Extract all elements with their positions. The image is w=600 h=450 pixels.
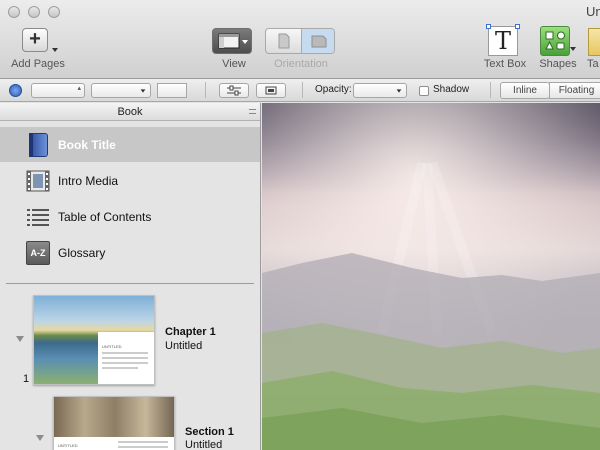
view-icon: [218, 33, 248, 49]
page-number: 1: [23, 373, 30, 385]
frame-button[interactable]: [256, 83, 286, 98]
main-toolbar: Un + Add Pages View Orientation T Text B…: [0, 0, 600, 79]
sidebar-item-label: Glossary: [58, 246, 106, 260]
adjust-button[interactable]: [219, 83, 249, 98]
divider: [302, 82, 303, 98]
orientation-segmented-control[interactable]: [265, 28, 335, 54]
shadow-label: Shadow: [433, 84, 470, 95]
thumbnail-title: Chapter 1: [165, 326, 216, 338]
sound-icon[interactable]: [9, 84, 22, 97]
list-icon: [26, 205, 50, 229]
opacity-label: Opacity:: [315, 84, 352, 95]
chapter-thumbnail[interactable]: UNTITLED: [33, 295, 155, 385]
resize-grip-icon[interactable]: [249, 109, 256, 114]
sidebar-item-label: Table of Contents: [58, 210, 152, 224]
plus-icon: +: [29, 28, 41, 50]
text-box-tool[interactable]: T Text Box: [480, 24, 530, 76]
color-well[interactable]: [157, 83, 187, 98]
chevron-down-icon: [52, 48, 58, 52]
background-landscape-image: [262, 103, 600, 450]
film-icon: [26, 169, 50, 193]
sidebar-item-intro-media[interactable]: Intro Media: [0, 163, 260, 198]
shapes-icon: [545, 31, 565, 50]
sidebar-title: Book: [117, 106, 143, 118]
zoom-window-button[interactable]: [48, 6, 60, 18]
chevron-down-icon: [570, 47, 576, 51]
floating-button[interactable]: Floating: [549, 82, 600, 99]
text-box-icon: T: [494, 27, 511, 55]
format-bar: ▴ Opacity: Shadow Inline Floating: [0, 79, 600, 102]
add-pages-label: Add Pages: [11, 58, 65, 70]
font-select[interactable]: [91, 83, 151, 98]
frame-icon: [265, 86, 277, 95]
orientation-label: Orientation: [274, 58, 328, 70]
sidebar-item-label: Intro Media: [58, 174, 119, 188]
thumbnail-subtitle: Untitled: [165, 340, 203, 352]
thumbnail-title: Section 1: [185, 426, 234, 438]
sidebar-header: Book: [0, 103, 260, 121]
view-button[interactable]: [212, 28, 252, 54]
view-label: View: [222, 58, 246, 70]
table-label: Ta: [587, 58, 599, 70]
shapes-label: Shapes: [539, 58, 577, 70]
table-tool[interactable]: Ta: [585, 26, 600, 76]
book-sidebar: Book Book Title Intro Media Table of Con…: [0, 103, 261, 450]
orientation-tool[interactable]: Orientation: [265, 25, 337, 75]
text-box-label: Text Box: [483, 58, 527, 70]
disclosure-triangle-icon[interactable]: [36, 435, 44, 441]
close-window-button[interactable]: [8, 6, 20, 18]
sliders-icon: [227, 85, 241, 96]
sidebar-item-label: Book Title: [58, 138, 116, 152]
table-icon: [588, 28, 600, 56]
stepper-arrows-icon: ▴: [77, 85, 81, 92]
glossary-icon: A-Z: [26, 241, 50, 265]
shadow-checkbox[interactable]: [419, 86, 429, 96]
shapes-tool[interactable]: Shapes: [537, 26, 579, 76]
page-canvas[interactable]: [262, 103, 600, 450]
selection-handle-icon: [486, 24, 491, 29]
disclosure-triangle-icon[interactable]: [16, 336, 24, 342]
text-box-button[interactable]: T: [488, 26, 518, 56]
section-thumbnail-image: [54, 397, 174, 437]
paragraph-style-select[interactable]: ▴: [31, 83, 85, 98]
opacity-select[interactable]: [353, 83, 407, 98]
window-title: Un: [586, 4, 600, 19]
add-pages-tool[interactable]: + Add Pages: [6, 28, 70, 74]
landscape-page-icon: [311, 35, 327, 48]
thumbnail-text-panel: UNTITLED: [98, 332, 154, 384]
thumbnail-caption: UNTITLED: [58, 443, 78, 448]
chevron-down-icon: [396, 89, 402, 93]
portrait-page-icon: [278, 33, 290, 49]
section-thumbnail[interactable]: UNTITLED: [53, 396, 175, 450]
inline-button[interactable]: Inline: [500, 82, 550, 99]
landscape-button[interactable]: [301, 29, 334, 53]
thumbnail-caption: UNTITLED: [102, 344, 122, 349]
thumbnail-text-panel: UNTITLED: [54, 437, 174, 450]
sidebar-item-book-title[interactable]: Book Title: [0, 127, 260, 162]
add-page-button[interactable]: +: [22, 28, 48, 52]
sidebar-item-glossary[interactable]: A-Z Glossary: [0, 235, 260, 270]
view-tool[interactable]: View: [212, 25, 256, 75]
portrait-button[interactable]: [266, 29, 301, 53]
shapes-button[interactable]: [540, 26, 570, 56]
minimize-window-button[interactable]: [28, 6, 40, 18]
divider: [6, 283, 254, 284]
thumbnail-subtitle: Untitled: [185, 439, 223, 450]
divider: [490, 82, 491, 98]
book-icon: [26, 133, 50, 157]
sidebar-item-table-of-contents[interactable]: Table of Contents: [0, 199, 260, 234]
selection-handle-icon: [515, 24, 520, 29]
divider: [205, 82, 206, 98]
chevron-down-icon: [140, 89, 146, 93]
